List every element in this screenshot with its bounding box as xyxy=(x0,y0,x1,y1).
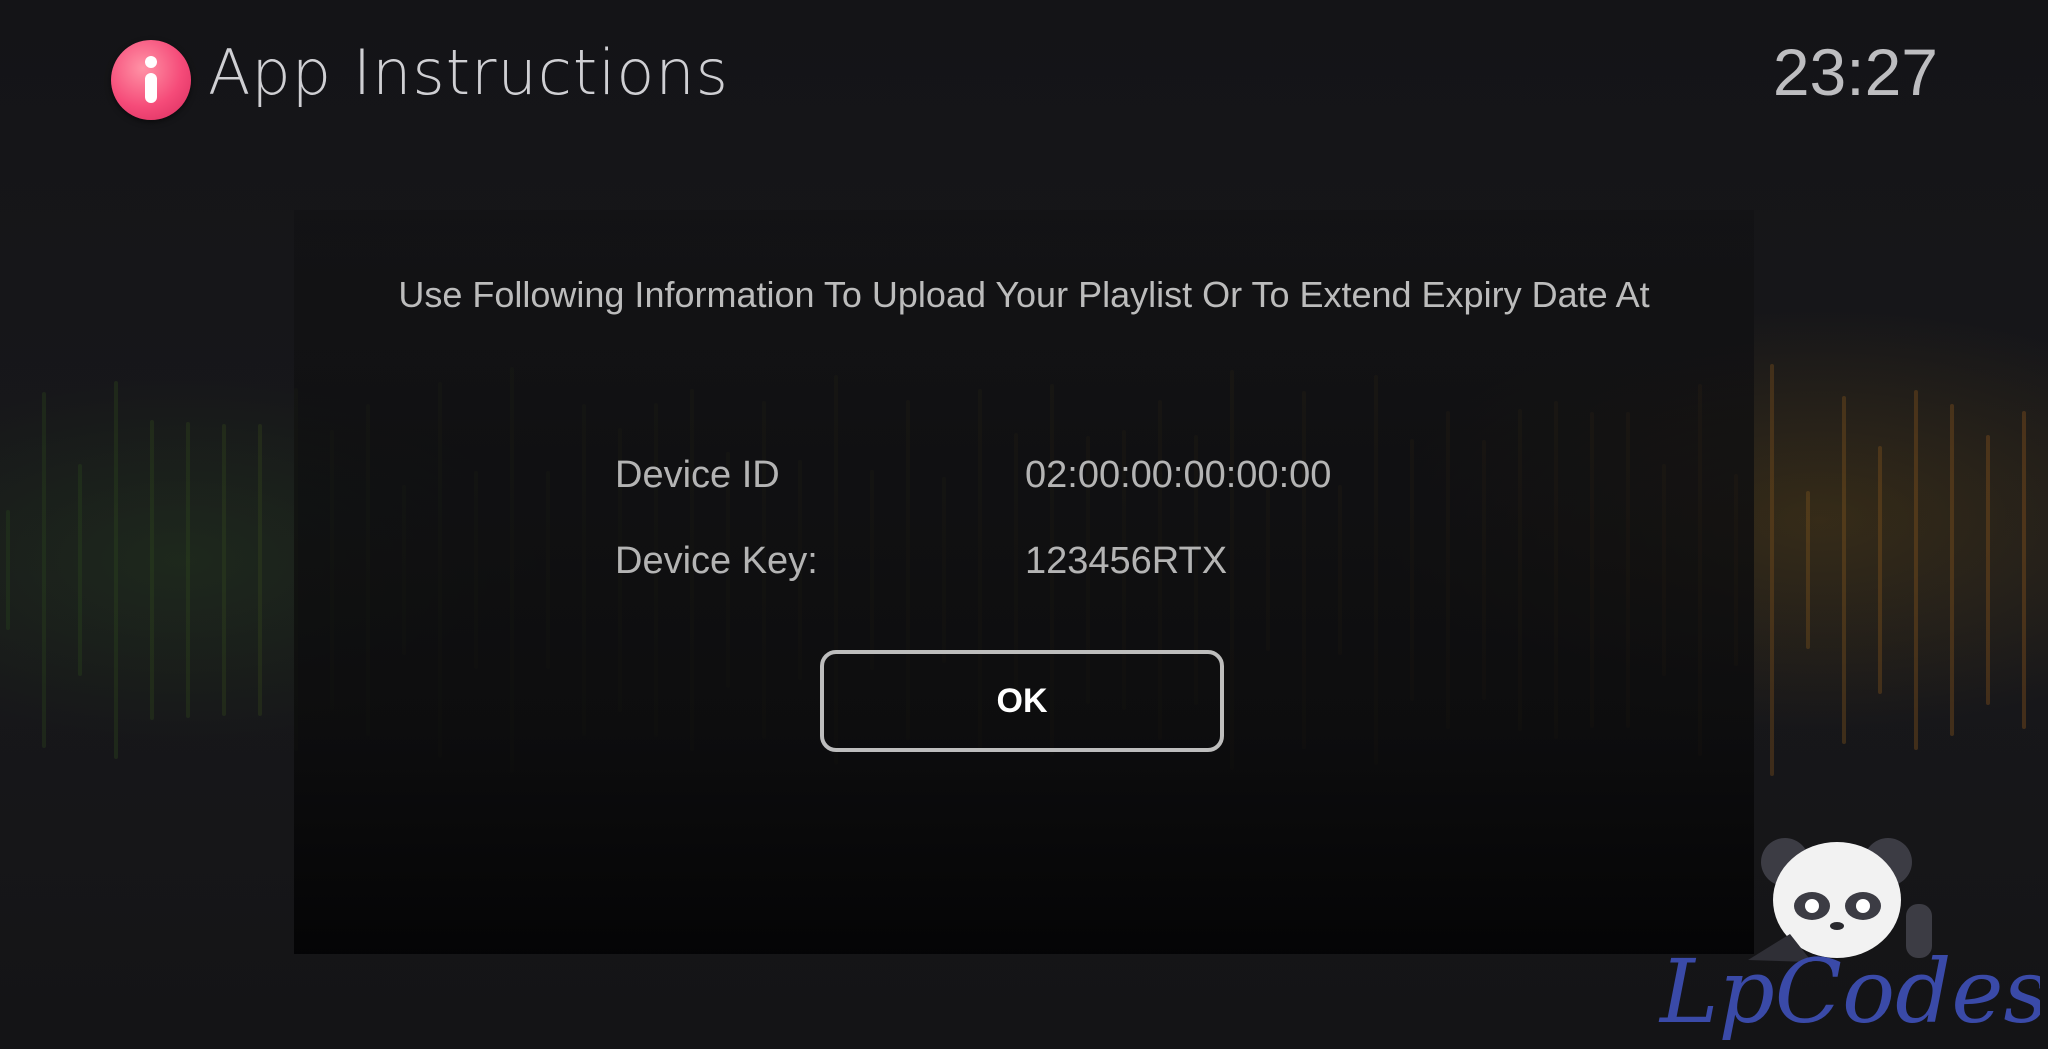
watermark: LpCodes xyxy=(1658,838,2040,1042)
device-id-value: 02:00:00:00:00:00 xyxy=(1025,454,1332,496)
equalizer-bar xyxy=(258,424,262,716)
instructions-message: Use Following Information To Upload Your… xyxy=(398,274,1650,315)
watermark-text: LpCodes xyxy=(1658,940,2040,1042)
equalizer-bar xyxy=(222,424,226,716)
equalizer-bar xyxy=(1842,396,1846,744)
equalizer-bar xyxy=(1806,490,1810,650)
equalizer-bar xyxy=(42,391,46,749)
equalizer-bar xyxy=(2022,411,2026,729)
equalizer-bar xyxy=(78,463,82,677)
instructions-dialog: Use Following Information To Upload Your… xyxy=(294,210,1754,954)
page-title: App Instructions xyxy=(208,36,729,109)
device-key-label: Device Key: xyxy=(615,540,818,582)
equalizer-bar xyxy=(1950,403,1954,737)
equalizer-bar xyxy=(6,510,10,630)
device-key-value: 123456RTX xyxy=(1025,540,1228,582)
equalizer-bar xyxy=(1770,364,1774,776)
equalizer-bar xyxy=(1878,445,1882,695)
equalizer-bar xyxy=(186,422,190,718)
ok-button[interactable]: OK xyxy=(820,650,1224,752)
info-icon xyxy=(111,40,191,120)
equalizer-bar xyxy=(1986,435,1990,705)
device-id-label: Device ID xyxy=(615,454,780,496)
equalizer-bar xyxy=(150,419,154,721)
clock: 23:27 xyxy=(1772,35,1938,109)
equalizer-bar xyxy=(114,381,118,759)
equalizer-bar xyxy=(1914,390,1918,750)
